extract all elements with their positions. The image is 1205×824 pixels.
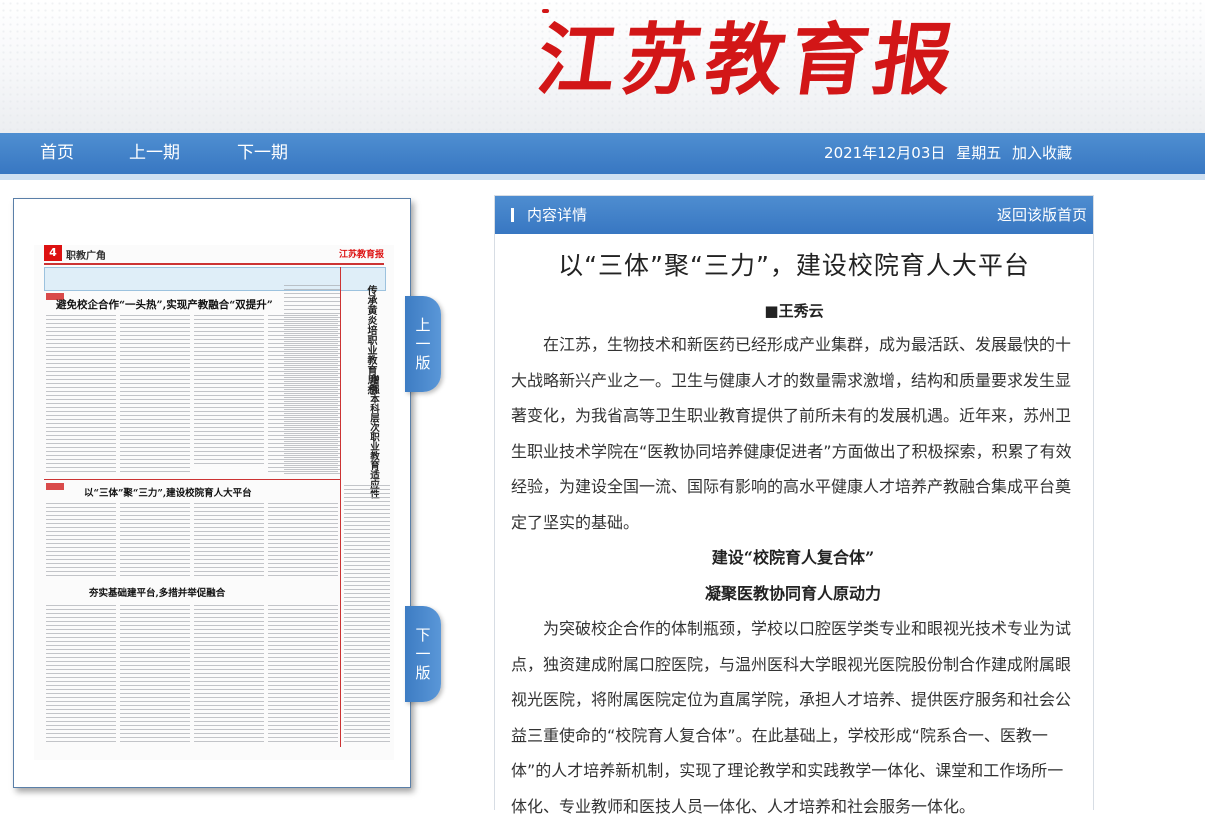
- text-column: [284, 285, 340, 475]
- nav-next-issue-link[interactable]: 下一期: [237, 133, 288, 174]
- paragraph: 为突破校企合作的体制瓶颈，学校以口腔医学类专业和眼视光技术专业为试点，独资建成附…: [511, 619, 1072, 816]
- article-title: 以“三体”聚“三力”，建设校院育人大平台: [558, 251, 1030, 280]
- section-rule: [44, 479, 340, 480]
- content-panel: 内容详情 返回该版首页 以“三体”聚“三力”，建设校院育人大平台 ■王秀云 在江…: [494, 195, 1094, 816]
- thumb-headline-2[interactable]: 以“三体”聚“三力”,建设校院育人大平台: [84, 485, 252, 499]
- text-column: [194, 315, 264, 465]
- text-column: [46, 605, 116, 745]
- thumb-vertical-headline-2[interactable]: 增强本科层次职业教育适应性: [366, 375, 380, 499]
- nav-bar: 首页 上一期 下一期 2021年12月03日 星期五 加入收藏: [0, 133, 1205, 180]
- article-byline: ■王秀云: [764, 302, 824, 320]
- thumb-headline-3[interactable]: 夯实基础建平台,多措并举促融合: [89, 585, 225, 599]
- nav-prev-issue-link[interactable]: 上一期: [129, 133, 180, 174]
- subheading: 凝聚医教协同育人原动力: [704, 583, 881, 603]
- paragraph: 在江苏，生物技术和新医药已经形成产业集群，成为最活跃、发展最快的十大战略新兴产业…: [511, 335, 1072, 532]
- page-number: 4: [44, 245, 62, 261]
- text-column: [268, 605, 338, 745]
- prev-page-tab[interactable]: 上 一 版: [405, 296, 441, 392]
- thumb-headline-1[interactable]: 避免校企合作“一头热”,实现产教融合“双提升”: [56, 297, 273, 312]
- panel-header: 内容详情 返回该版首页: [495, 196, 1093, 234]
- issue-weekday: 星期五: [956, 144, 1002, 162]
- nav-home-link[interactable]: 首页: [40, 133, 74, 174]
- add-bookmark-link[interactable]: 加入收藏: [1012, 144, 1072, 162]
- page-thumbnail[interactable]: 4 职教广角 江苏教育报 避免校企合作“一头热”,实现产教融合“双提升” 传承黄…: [13, 198, 411, 788]
- page-brand: 江苏教育报: [338, 250, 384, 260]
- logo-mark: [542, 9, 549, 13]
- newspaper-logo[interactable]: 江苏教育报: [532, 15, 965, 106]
- nav-underline: [0, 174, 1205, 180]
- page-section: 职教广角: [66, 251, 106, 262]
- page-header: 4 职教广角 江苏教育报: [44, 245, 384, 265]
- next-page-tab[interactable]: 下 一 版: [405, 606, 441, 702]
- text-column: [268, 503, 338, 578]
- text-column: [194, 605, 264, 745]
- page-image[interactable]: 4 职教广角 江苏教育报 避免校企合作“一头热”,实现产教融合“双提升” 传承黄…: [34, 245, 394, 760]
- back-to-page-link[interactable]: 返回该版首页: [997, 196, 1087, 234]
- subheading: 建设“校院育人复合体”: [711, 548, 875, 567]
- prev-page-char: 一: [415, 335, 431, 353]
- text-column: [46, 315, 116, 475]
- text-column: [120, 315, 190, 475]
- header-marker-icon: [511, 208, 514, 222]
- prev-page-char: 版: [415, 354, 431, 372]
- issue-date: 2021年12月03日: [824, 144, 946, 162]
- article-tag: [46, 483, 64, 490]
- text-column: [194, 503, 264, 578]
- nav-date-area: 2021年12月03日 星期五 加入收藏: [818, 133, 1072, 174]
- article-body: 在江苏，生物技术和新医药已经形成产业集群，成为最活跃、发展最快的十大战略新兴产业…: [511, 327, 1075, 824]
- text-column: [344, 485, 390, 745]
- panel-title: 内容详情: [527, 206, 588, 224]
- column-rule: [340, 267, 341, 747]
- text-column: [46, 503, 116, 578]
- text-column: [120, 503, 190, 578]
- next-page-char: 下: [415, 626, 431, 644]
- text-column: [120, 605, 190, 745]
- next-page-char: 一: [415, 645, 431, 663]
- next-page-char: 版: [415, 664, 431, 682]
- masthead: 江苏教育报: [0, 0, 1205, 133]
- prev-page-char: 上: [415, 316, 431, 334]
